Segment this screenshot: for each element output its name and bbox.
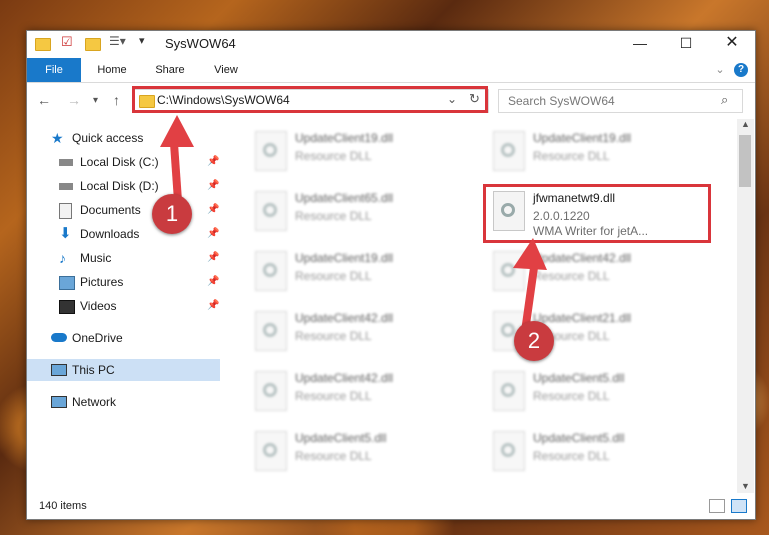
drive-icon bbox=[59, 159, 73, 166]
tab-share[interactable]: Share bbox=[145, 58, 195, 82]
dll-file-icon bbox=[493, 131, 525, 171]
pin-icon[interactable]: 📌 bbox=[207, 151, 219, 173]
sidebar-item-this-pc[interactable]: This PC bbox=[27, 359, 220, 381]
sidebar-item-network[interactable]: Network bbox=[27, 391, 220, 413]
scroll-down-icon[interactable]: ▼ bbox=[741, 481, 750, 491]
ribbon: File Home Share View ⌄ ? bbox=[27, 58, 755, 83]
list-item[interactable]: UpdateClient42.dll Resource DLL bbox=[255, 367, 485, 417]
address-bar-highlight bbox=[132, 86, 488, 113]
scroll-up-icon[interactable]: ▲ bbox=[741, 119, 750, 129]
tiles-view-icon[interactable] bbox=[731, 499, 747, 513]
star-icon: ★ bbox=[51, 130, 64, 146]
dll-file-icon bbox=[493, 431, 525, 471]
step-badge-1: 1 bbox=[152, 194, 192, 234]
item-count: 140 items bbox=[39, 500, 87, 512]
expand-ribbon-icon[interactable]: ⌄ bbox=[711, 58, 729, 82]
document-icon bbox=[59, 203, 72, 219]
back-arrow-icon[interactable]: ← bbox=[37, 92, 51, 108]
customize-icon[interactable]: ☰▾ bbox=[109, 34, 126, 50]
dll-file-icon bbox=[255, 191, 287, 231]
search-box[interactable]: Search SysWOW64 ⌕ bbox=[498, 89, 743, 113]
picture-icon bbox=[59, 276, 75, 290]
navigation-pane: ★ Quick access Local Disk (C:) 📌 Local D… bbox=[27, 123, 220, 491]
search-icon[interactable]: ⌕ bbox=[721, 92, 728, 108]
quick-access-dropdown-icon[interactable]: ▾ bbox=[139, 34, 145, 50]
music-note-icon: ♪ bbox=[59, 250, 66, 266]
help-icon[interactable]: ? bbox=[734, 63, 748, 77]
minimize-button[interactable]: — bbox=[617, 31, 663, 57]
file-highlight bbox=[483, 184, 711, 243]
properties-icon[interactable]: ☑ bbox=[61, 34, 73, 50]
vertical-scrollbar[interactable]: ▲ ▼ bbox=[737, 119, 754, 493]
computer-icon bbox=[51, 364, 67, 376]
list-item[interactable]: UpdateClient19.dll Resource DLL bbox=[255, 127, 485, 177]
dll-file-icon bbox=[255, 131, 287, 171]
window-title: SysWOW64 bbox=[165, 36, 236, 51]
list-item[interactable]: UpdateClient5.dll Resource DLL bbox=[255, 427, 485, 477]
new-folder-icon[interactable] bbox=[85, 36, 101, 52]
pin-icon[interactable]: 📌 bbox=[207, 247, 219, 269]
up-arrow-icon[interactable]: ↑ bbox=[113, 92, 120, 108]
sidebar-item-local-disk-d[interactable]: Local Disk (D:) 📌 bbox=[27, 175, 220, 197]
tab-home[interactable]: Home bbox=[87, 58, 137, 82]
pin-icon[interactable]: 📌 bbox=[207, 175, 219, 197]
recent-locations-icon[interactable]: ▾ bbox=[93, 95, 98, 106]
network-icon bbox=[51, 396, 67, 408]
scroll-thumb[interactable] bbox=[739, 135, 751, 187]
sidebar-item-onedrive[interactable]: OneDrive bbox=[27, 327, 220, 349]
file-list: UpdateClient19.dll Resource DLL UpdateCl… bbox=[221, 119, 738, 487]
dll-file-icon bbox=[255, 431, 287, 471]
cloud-icon bbox=[51, 333, 67, 342]
sidebar-item-videos[interactable]: Videos 📌 bbox=[27, 295, 220, 317]
pin-icon[interactable]: 📌 bbox=[207, 295, 219, 317]
search-placeholder: Search SysWOW64 bbox=[508, 94, 615, 108]
list-item[interactable]: UpdateClient42.dll Resource DLL bbox=[255, 307, 485, 357]
film-icon bbox=[59, 300, 75, 314]
step-badge-2: 2 bbox=[514, 321, 554, 361]
dll-file-icon bbox=[493, 371, 525, 411]
pin-icon[interactable]: 📌 bbox=[207, 223, 219, 245]
sidebar-item-downloads[interactable]: ⬇ Downloads 📌 bbox=[27, 223, 220, 245]
sidebar-item-local-disk-c[interactable]: Local Disk (C:) 📌 bbox=[27, 151, 220, 173]
status-bar: 140 items bbox=[27, 495, 755, 517]
file-explorer-window: ☑ ☰▾ ▾ SysWOW64 — ☐ ✕ File Home Share Vi… bbox=[26, 30, 756, 520]
forward-arrow-icon[interactable]: → bbox=[67, 92, 81, 108]
arrow-2-head-icon bbox=[513, 238, 547, 270]
close-button[interactable]: ✕ bbox=[709, 31, 755, 57]
tab-view[interactable]: View bbox=[203, 58, 249, 82]
pin-icon[interactable]: 📌 bbox=[207, 199, 219, 221]
list-item[interactable]: UpdateClient5.dll Resource DLL bbox=[493, 427, 723, 477]
dll-file-icon bbox=[255, 251, 287, 291]
list-item[interactable]: UpdateClient65.dll Resource DLL bbox=[255, 187, 485, 237]
list-item[interactable]: UpdateClient19.dll Resource DLL bbox=[493, 127, 723, 177]
arrow-1-head-icon bbox=[160, 115, 194, 147]
sidebar-item-pictures[interactable]: Pictures 📌 bbox=[27, 271, 220, 293]
title-bar: ☑ ☰▾ ▾ SysWOW64 — ☐ ✕ bbox=[27, 31, 755, 57]
pin-icon[interactable]: 📌 bbox=[207, 271, 219, 293]
dll-file-icon bbox=[255, 311, 287, 351]
tab-file[interactable]: File bbox=[27, 58, 81, 82]
dll-file-icon bbox=[255, 371, 287, 411]
folder-icon bbox=[35, 36, 51, 52]
download-arrow-icon: ⬇ bbox=[59, 225, 72, 242]
drive-icon bbox=[59, 183, 73, 190]
sidebar-item-music[interactable]: ♪ Music 📌 bbox=[27, 247, 220, 269]
list-item[interactable]: UpdateClient5.dll Resource DLL bbox=[493, 367, 723, 417]
maximize-button[interactable]: ☐ bbox=[663, 31, 709, 57]
details-view-icon[interactable] bbox=[709, 499, 725, 513]
list-item[interactable]: UpdateClient19.dll Resource DLL bbox=[255, 247, 485, 297]
